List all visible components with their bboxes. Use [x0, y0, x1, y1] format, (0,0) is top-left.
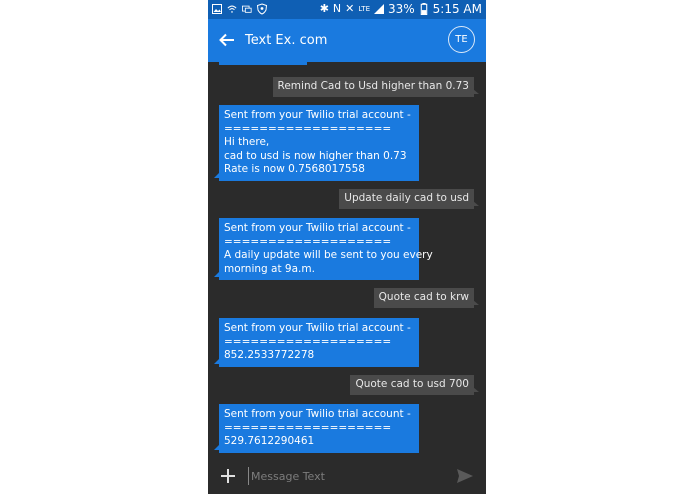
gallery-notification-icon [212, 4, 222, 14]
send-icon[interactable] [456, 468, 474, 484]
message-list[interactable]: Remind Cad to Usd higher than 0.73 Sent … [208, 62, 486, 458]
contact-avatar[interactable]: TE [448, 26, 475, 53]
nfc-icon: N [332, 2, 342, 15]
message-bubble-incoming[interactable]: Sent from your Twilio trial account - ==… [214, 318, 419, 367]
message-input[interactable] [248, 467, 451, 485]
signal-icon [374, 4, 384, 14]
battery-icon [420, 3, 427, 15]
message-bubble-outgoing[interactable]: Quote cad to krw [373, 288, 480, 308]
message-bubble-incoming[interactable]: Sent from your Twilio trial account - ==… [214, 404, 419, 453]
status-left-icons [212, 3, 267, 15]
bluetooth-icon: ✱ [319, 2, 329, 15]
clock: 5:15 AM [432, 2, 482, 16]
message-bubble-incoming[interactable]: Sent from your Twilio trial account - ==… [214, 218, 433, 280]
mute-icon: ✕ [345, 2, 355, 15]
network-type-label: LTE [358, 5, 370, 13]
screen-mirroring-icon [242, 5, 252, 13]
status-bar: ✱ N ✕ LTE 33% 5:15 AM [208, 0, 486, 19]
app-bar: Text Ex. com TE [208, 19, 486, 62]
conversation-title: Text Ex. com [245, 33, 328, 48]
wifi-calling-icon [227, 5, 237, 13]
battery-percent: 33% [388, 2, 415, 16]
compose-bar [208, 458, 486, 494]
message-bubble-outgoing[interactable]: Quote cad to usd 700 [350, 375, 479, 395]
message-bubble-outgoing[interactable]: Remind Cad to Usd higher than 0.73 [272, 77, 480, 97]
partial-message-bubble [219, 62, 307, 65]
shield-icon [257, 3, 267, 15]
phone-screen: ✱ N ✕ LTE 33% 5:15 AM Text Ex. com TE Re… [208, 0, 486, 494]
message-bubble-incoming[interactable]: Sent from your Twilio trial account - ==… [214, 105, 419, 181]
plus-icon[interactable] [220, 468, 236, 484]
message-bubble-outgoing[interactable]: Update daily cad to usd [339, 189, 479, 209]
status-right-icons: ✱ N ✕ LTE 33% 5:15 AM [320, 2, 482, 16]
arrow-left-icon[interactable] [218, 31, 236, 49]
